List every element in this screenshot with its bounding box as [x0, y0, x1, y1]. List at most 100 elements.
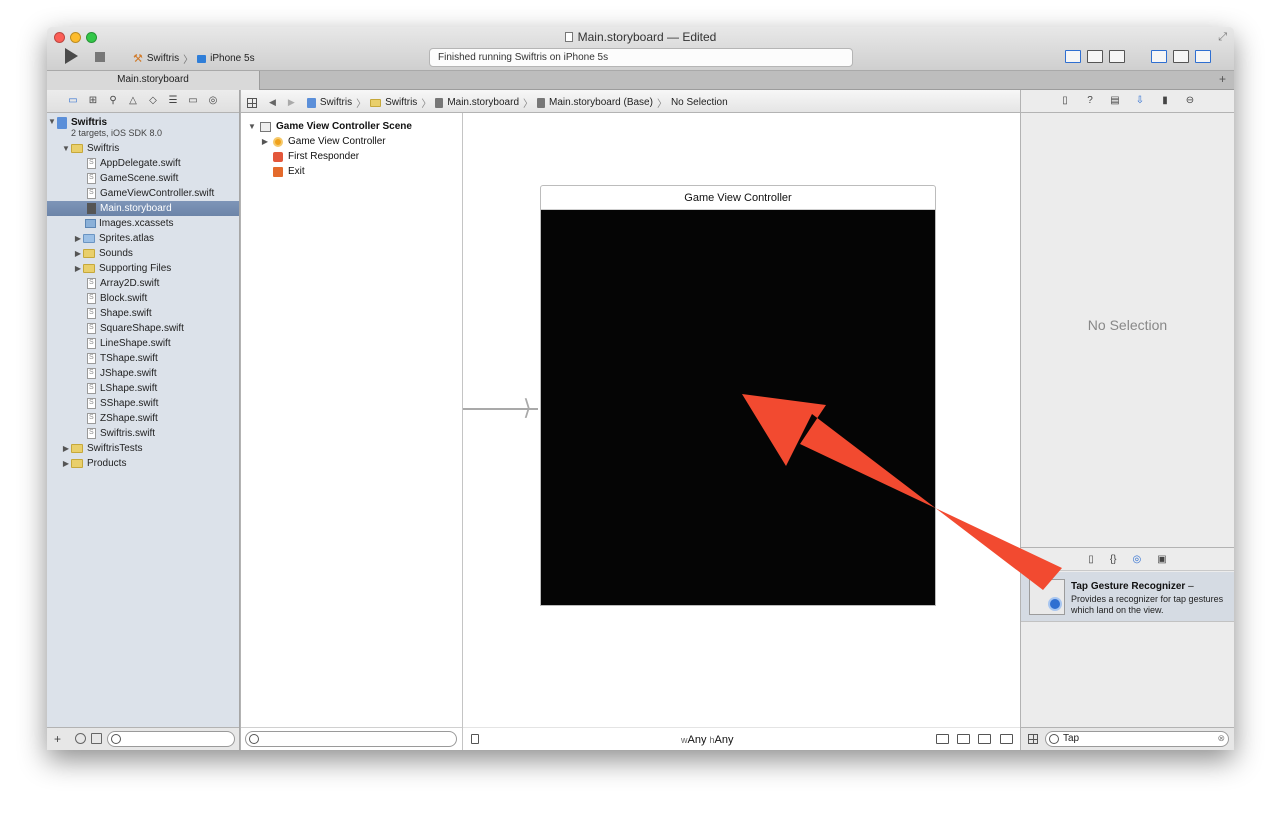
align-icon[interactable]	[936, 734, 949, 744]
crumb-localization[interactable]: Main.storyboard (Base)	[549, 97, 653, 108]
object-library-icon[interactable]: ◎	[1133, 554, 1142, 570]
resizing-icon[interactable]	[1000, 734, 1013, 744]
list-item[interactable]: ▼ Swiftris	[47, 141, 239, 156]
file-template-icon[interactable]: ▯	[1088, 554, 1094, 570]
related-items-icon[interactable]	[247, 97, 257, 108]
list-item[interactable]: ZShape.swift	[47, 411, 239, 426]
utilities-toggle-icon[interactable]	[1195, 50, 1211, 63]
add-icon[interactable]: +	[54, 732, 61, 746]
list-item[interactable]: LineShape.swift	[47, 336, 239, 351]
connections-inspector-icon[interactable]: ⊖	[1184, 95, 1196, 112]
list-item[interactable]: Swiftris.swift	[47, 426, 239, 441]
view-controller-frame[interactable]: Game View Controller	[540, 185, 936, 606]
attributes-inspector-icon[interactable]: ⇩	[1134, 95, 1146, 112]
code-snippet-icon[interactable]: {}	[1110, 554, 1117, 570]
list-item[interactable]: LShape.swift	[47, 381, 239, 396]
forward-icon[interactable]: ▶	[288, 97, 295, 108]
view-controller-title[interactable]: Game View Controller	[541, 186, 935, 210]
outline-filter-input[interactable]	[245, 731, 457, 747]
run-button[interactable]	[65, 48, 78, 64]
storyboard-canvas[interactable]: ⟩ Game View Controller wAny hAny	[463, 113, 1020, 750]
disclosure-open-icon[interactable]: ▼	[61, 144, 71, 153]
library-filter-bar: Tap ⊗	[1021, 727, 1234, 750]
tab-main-storyboard[interactable]: Main.storyboard	[47, 71, 260, 90]
library-filter-input[interactable]: Tap ⊗	[1045, 731, 1229, 747]
quick-help-icon[interactable]: ?	[1084, 95, 1096, 112]
disclosure-open-icon[interactable]: ▼	[47, 117, 57, 126]
list-item[interactable]: ▶ Supporting Files	[47, 261, 239, 276]
list-item[interactable]: TShape.swift	[47, 351, 239, 366]
resolve-issues-icon[interactable]	[978, 734, 991, 744]
version-editor-icon[interactable]	[1109, 50, 1125, 63]
list-item[interactable]: ▶ Sprites.atlas	[47, 231, 239, 246]
list-item[interactable]: Images.xcassets	[47, 216, 239, 231]
size-inspector-icon[interactable]: ▮	[1159, 95, 1171, 112]
disclosure-closed-icon[interactable]: ▶	[73, 249, 83, 258]
media-library-icon[interactable]: ▣	[1157, 554, 1166, 570]
view-controller-view[interactable]	[541, 210, 935, 605]
navigator-filter-input[interactable]	[107, 731, 235, 747]
list-item[interactable]: ▶ Products	[47, 456, 239, 471]
jump-bar: ◀ ▶ Swiftris 〉 Swiftris 〉 Main.storyboar…	[240, 90, 1020, 113]
fullscreen-icon[interactable]: ⤢	[1218, 31, 1227, 44]
navigator-toggle-icon[interactable]	[1151, 50, 1167, 63]
crumb-group[interactable]: Swiftris	[385, 97, 417, 108]
outline-scene[interactable]: ▼ Game View Controller Scene	[241, 119, 462, 134]
outline-toggle-icon[interactable]	[471, 734, 479, 744]
list-item[interactable]: Shape.swift	[47, 306, 239, 321]
crumb-project[interactable]: Swiftris	[320, 97, 352, 108]
file-inspector-icon[interactable]: ▯	[1059, 95, 1071, 112]
crumb-selection[interactable]: No Selection	[671, 97, 728, 108]
breakpoint-icon[interactable]: ▭	[187, 95, 200, 112]
clear-icon[interactable]: ⊗	[1217, 733, 1225, 744]
outline-item[interactable]: First Responder	[241, 149, 462, 164]
list-item[interactable]: ▶ Sounds	[47, 246, 239, 261]
disclosure-closed-icon[interactable]: ▶	[61, 459, 71, 468]
activity-viewer: Finished running Swiftris on iPhone 5s	[429, 48, 853, 67]
debug-icon[interactable]: ☰	[167, 95, 180, 112]
list-item[interactable]: SquareShape.swift	[47, 321, 239, 336]
list-item[interactable]: Array2D.swift	[47, 276, 239, 291]
disclosure-closed-icon[interactable]: ▶	[73, 234, 83, 243]
recent-files-icon[interactable]	[75, 733, 86, 744]
folder-icon[interactable]: ▭	[67, 95, 80, 112]
disclosure-closed-icon[interactable]: ▶	[61, 444, 71, 453]
list-item[interactable]: Block.swift	[47, 291, 239, 306]
storyboard-icon	[537, 97, 546, 108]
list-item[interactable]: GameViewController.swift	[47, 186, 239, 201]
disclosure-open-icon[interactable]: ▼	[247, 122, 257, 131]
list-item-selected[interactable]: Main.storyboard	[47, 201, 239, 216]
identity-inspector-icon[interactable]: ▤	[1109, 95, 1121, 112]
outline-item[interactable]: Exit	[241, 164, 462, 179]
list-item[interactable]: ▶ SwiftrisTests	[47, 441, 239, 456]
list-item[interactable]: SShape.swift	[47, 396, 239, 411]
project-root[interactable]: ▼ Swiftris 2 targets, iOS SDK 8.0	[47, 115, 239, 141]
symbol-icon[interactable]: ⊞	[87, 95, 100, 112]
swift-file-icon	[87, 188, 96, 199]
size-class-control[interactable]: wAny hAny	[681, 734, 734, 746]
list-item[interactable]: JShape.swift	[47, 366, 239, 381]
document-outline: ▼ Game View Controller Scene ▶ Game View C…	[240, 113, 463, 750]
pin-icon[interactable]	[957, 734, 970, 744]
warning-icon[interactable]: △	[127, 95, 140, 112]
list-item[interactable]: AppDelegate.swift	[47, 156, 239, 171]
standard-editor-icon[interactable]	[1065, 50, 1081, 63]
item-label: AppDelegate.swift	[100, 158, 181, 169]
grid-view-icon[interactable]	[1028, 734, 1038, 744]
crumb-file[interactable]: Main.storyboard	[447, 97, 519, 108]
outline-item[interactable]: ▶ Game View Controller	[241, 134, 462, 149]
scheme-selector[interactable]: ⚒ Swiftris 〉 iPhone 5s	[133, 51, 255, 66]
back-icon[interactable]: ◀	[269, 97, 276, 108]
debug-area-toggle-icon[interactable]	[1173, 50, 1189, 63]
new-tab-button[interactable]: +	[1219, 72, 1226, 86]
assistant-editor-icon[interactable]	[1087, 50, 1103, 63]
stop-button[interactable]	[95, 52, 105, 62]
find-icon[interactable]: ⚲	[107, 95, 120, 112]
disclosure-closed-icon[interactable]: ▶	[73, 264, 83, 273]
library-item[interactable]: Tap Gesture Recognizer – Provides a reco…	[1021, 572, 1234, 622]
test-icon[interactable]: ◇	[147, 95, 160, 112]
log-icon[interactable]: ◎	[207, 95, 220, 112]
scm-status-icon[interactable]	[91, 733, 102, 744]
disclosure-closed-icon[interactable]: ▶	[260, 137, 270, 146]
list-item[interactable]: GameScene.swift	[47, 171, 239, 186]
